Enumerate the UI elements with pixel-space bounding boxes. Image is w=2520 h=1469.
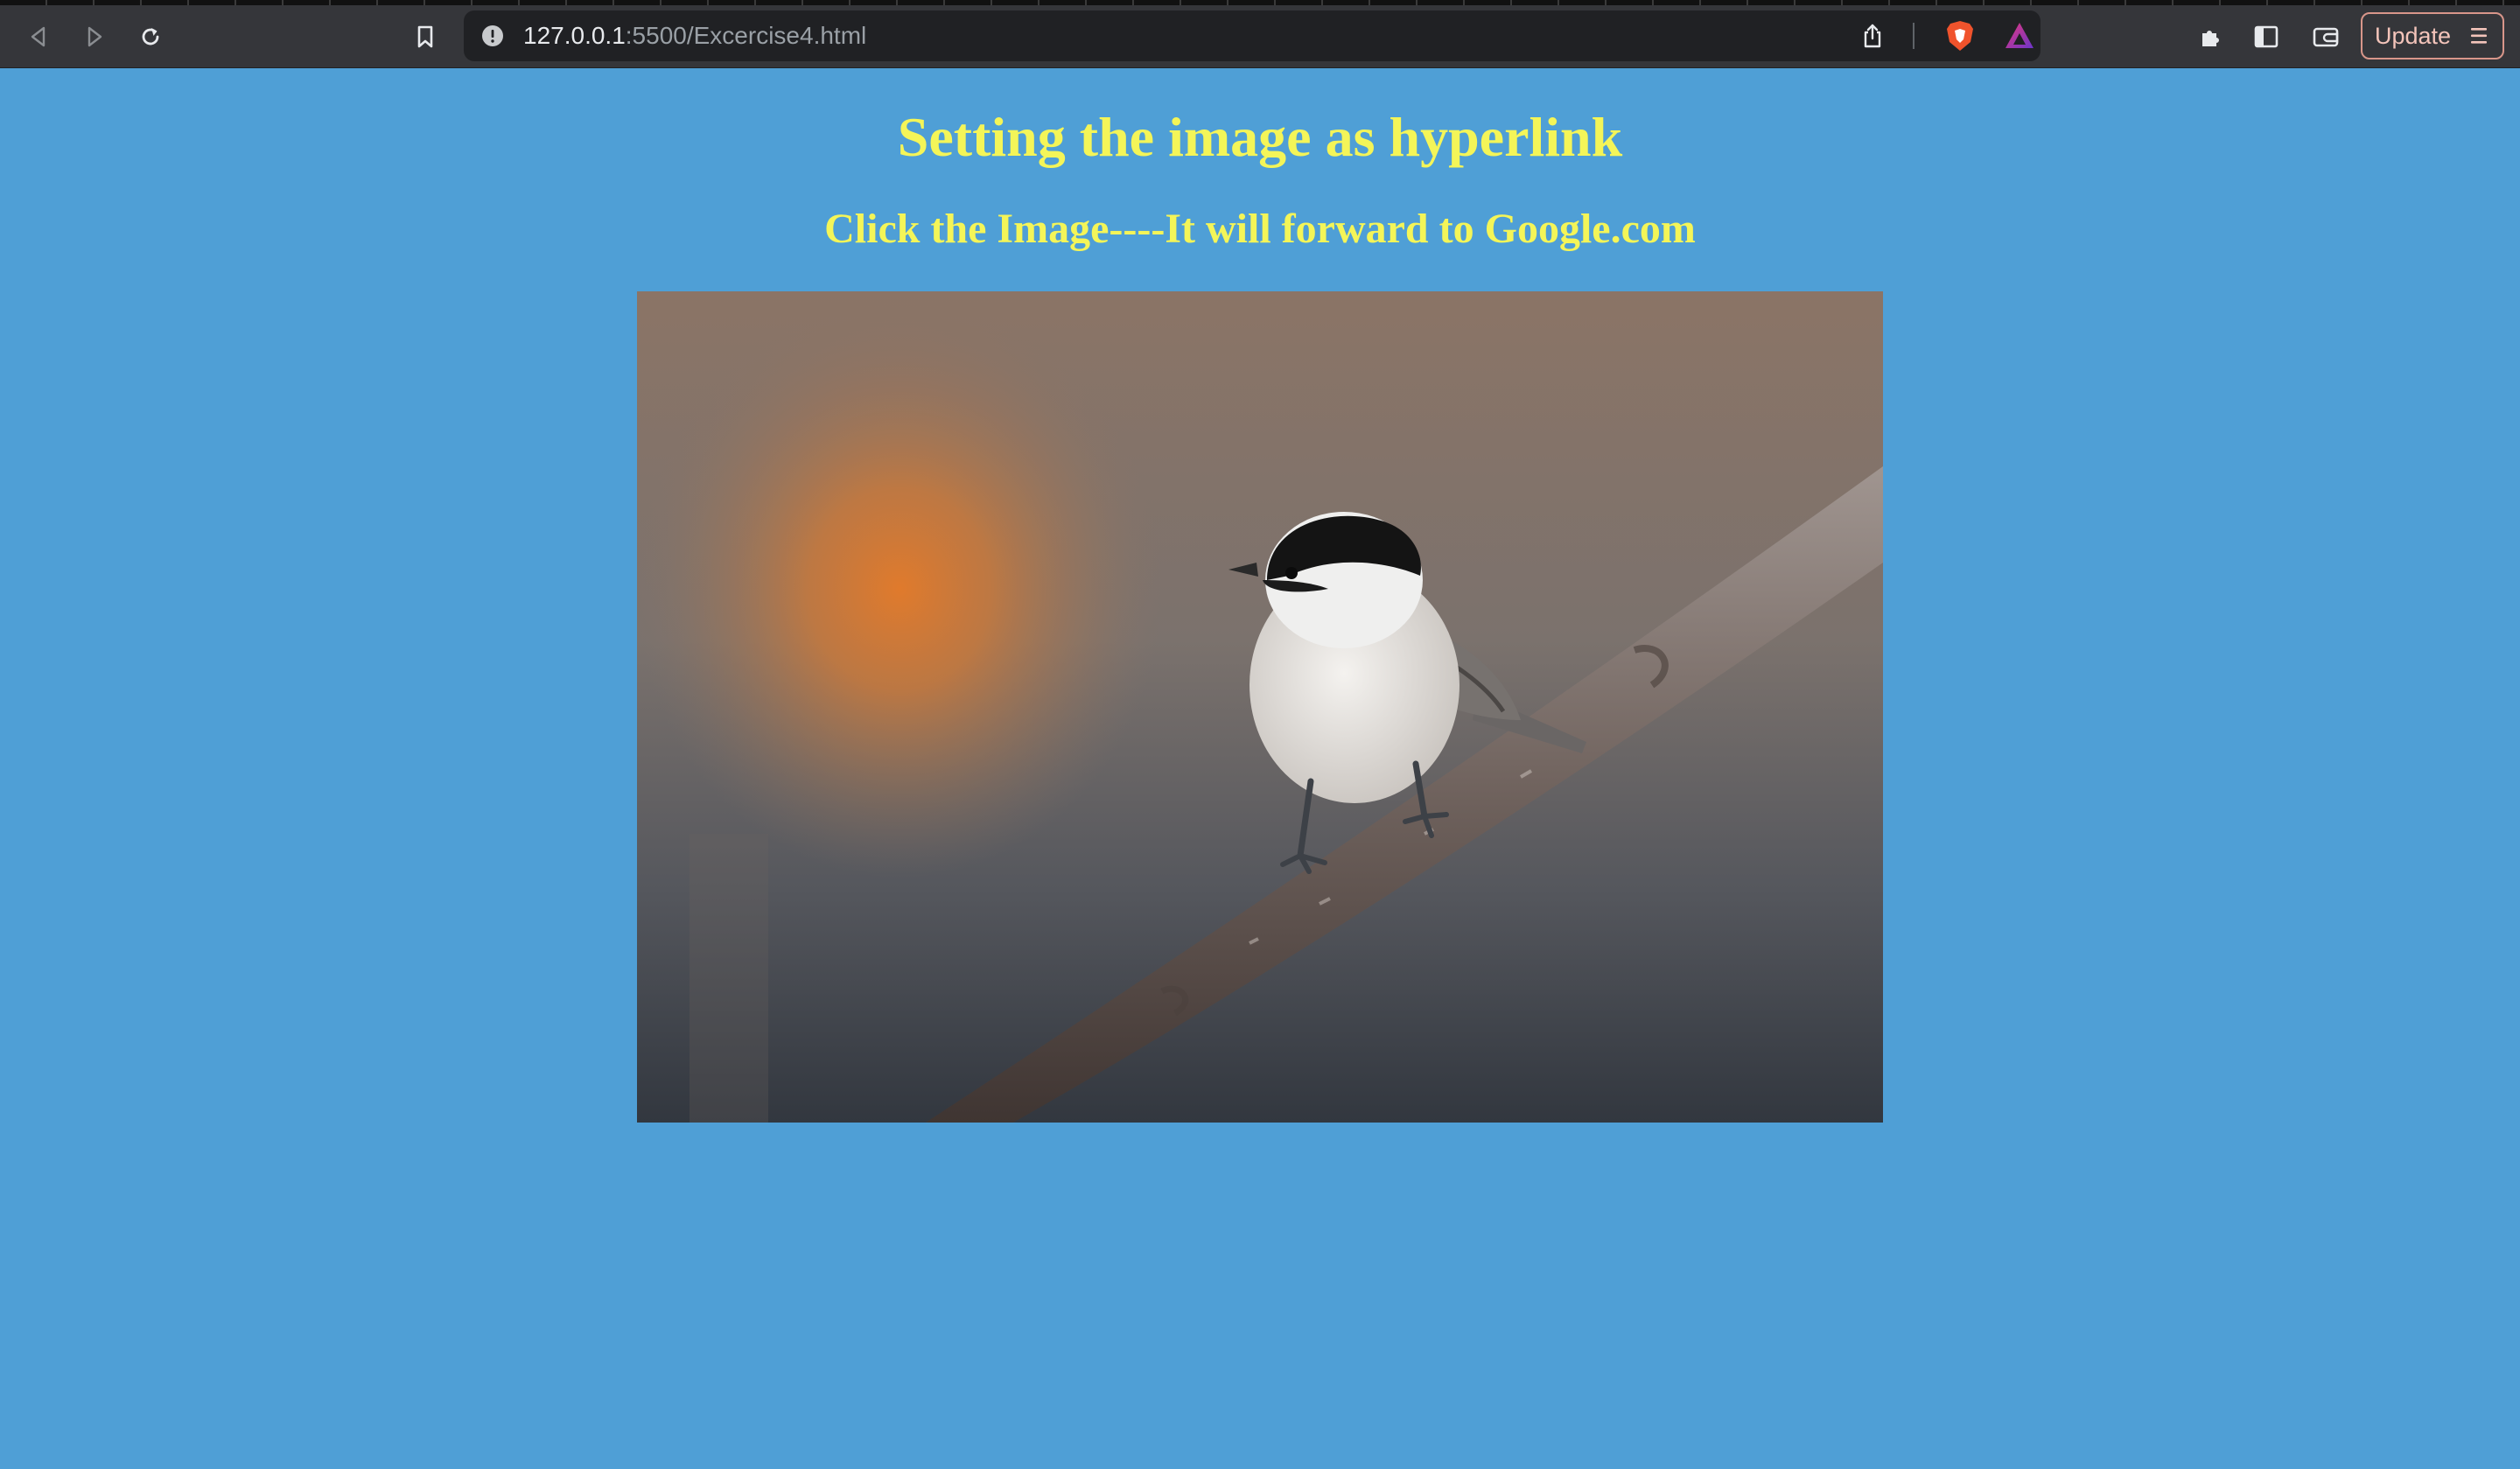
- reload-icon: [138, 24, 163, 49]
- update-label: Update: [2375, 22, 2452, 49]
- wallet-icon: [2312, 24, 2340, 49]
- extensions-button[interactable]: [2191, 17, 2230, 56]
- back-icon: [27, 25, 50, 48]
- address-separator: [1913, 23, 1914, 49]
- bookmark-button[interactable]: [406, 17, 444, 56]
- url-path: :5500/Excercise4.html: [625, 22, 867, 49]
- forward-icon: [83, 25, 106, 48]
- url-text[interactable]: 127.0.0.1:5500/Excercise4.html: [523, 10, 866, 61]
- brave-rewards-icon[interactable]: [2002, 18, 2037, 53]
- image-hyperlink[interactable]: [637, 291, 1883, 1123]
- sidebar-icon: [2253, 24, 2279, 49]
- back-button[interactable]: [19, 17, 58, 56]
- bookmark-icon: [415, 24, 436, 49]
- url-host: 127.0.0.1: [523, 22, 626, 49]
- wallet-button[interactable]: [2306, 17, 2345, 56]
- forward-button[interactable]: [75, 17, 114, 56]
- brave-shield-icon[interactable]: [1942, 18, 1978, 53]
- reload-button[interactable]: [131, 17, 170, 56]
- page-heading: Setting the image as hyperlink: [897, 106, 1623, 168]
- share-icon[interactable]: [1857, 20, 1888, 52]
- browser-toolbar: 127.0.0.1:5500/Excercise4.html Update: [0, 5, 2520, 68]
- sidebar-button[interactable]: [2247, 17, 2286, 56]
- page-content: Setting the image as hyperlink Click the…: [0, 68, 2520, 1469]
- extensions-icon: [2197, 24, 2223, 50]
- address-bar[interactable]: 127.0.0.1:5500/Excercise4.html: [464, 10, 2040, 61]
- page-subheading: Click the Image----It will forward to Go…: [824, 206, 1696, 252]
- update-button[interactable]: Update: [2361, 12, 2504, 59]
- site-info-icon[interactable]: [481, 24, 504, 47]
- menu-icon: [2469, 25, 2488, 46]
- bird-image: [637, 291, 1883, 1123]
